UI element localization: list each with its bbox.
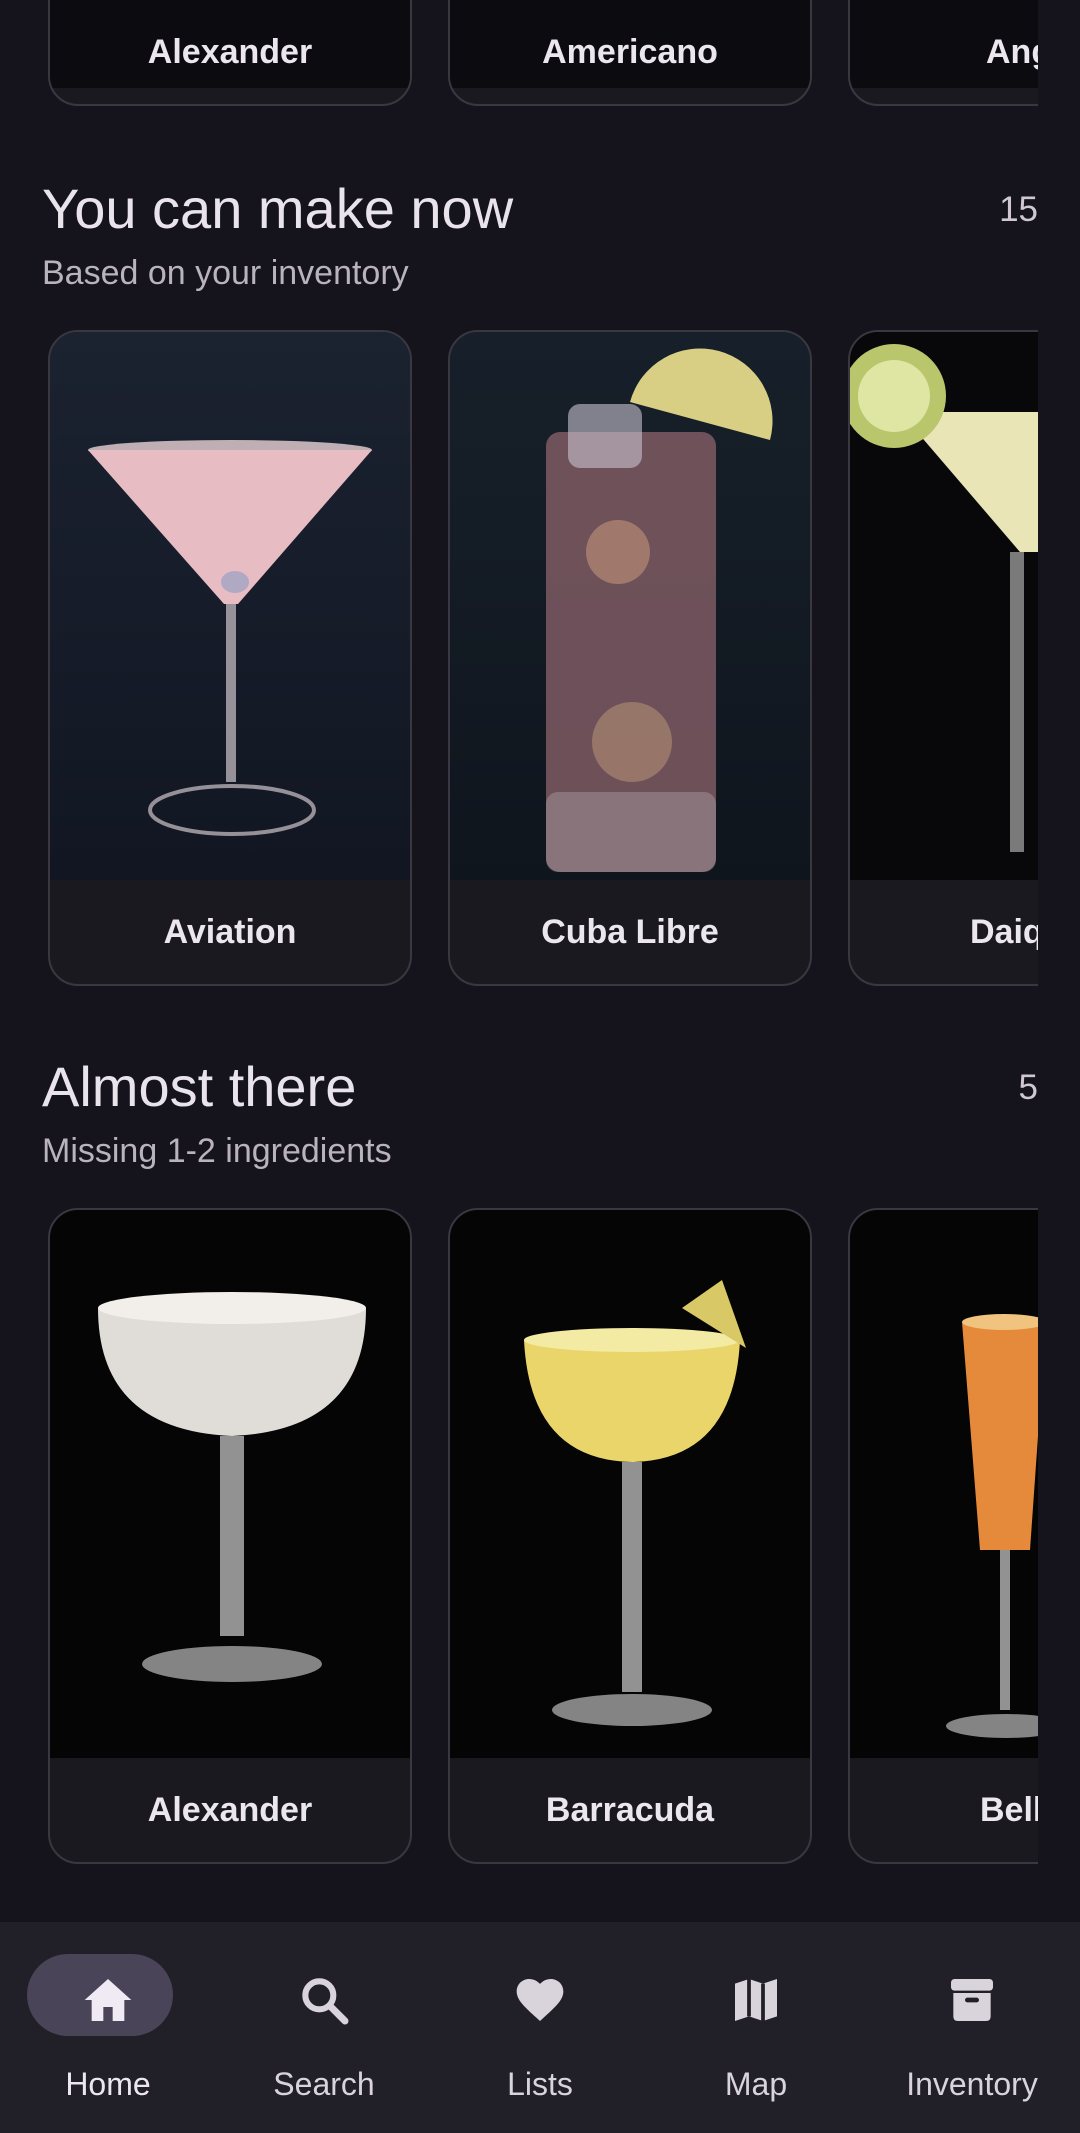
cocktail-name: Aviation <box>163 912 297 951</box>
cocktail-card[interactable]: Americano <box>448 0 812 106</box>
cocktail-name: Daiq <box>970 912 1038 951</box>
nav-label-home: Home <box>65 2066 151 2102</box>
section-title-make-now: You can make now <box>42 177 514 240</box>
nav-label-lists: Lists <box>507 2066 573 2102</box>
cocktail-card-daiquiri[interactable]: Daiq <box>848 330 1038 986</box>
section-subtitle-make-now: Based on your inventory <box>42 254 409 292</box>
cocktail-image <box>50 1210 410 1758</box>
martini-glass-illustration <box>88 440 372 836</box>
section-count-make-now: 15 <box>999 190 1038 229</box>
almost-there-card-row[interactable]: Alexander Barracuda Bell <box>42 1208 1038 1864</box>
cocktail-card-bellini[interactable]: Bell <box>848 1208 1038 1864</box>
nav-item-home[interactable]: Home <box>0 1922 216 2133</box>
cocktail-name: Angel <box>986 32 1038 71</box>
nav-label-inventory: Inventory <box>906 2066 1038 2102</box>
coupe-glass-illustration <box>524 1280 746 1726</box>
make-now-card-row[interactable]: Aviation Cuba Libre Daiq <box>42 330 1038 986</box>
cocktail-image <box>450 332 810 880</box>
highball-glass-illustration <box>546 348 773 872</box>
map-icon <box>735 1979 777 2021</box>
cocktail-card[interactable]: Alexander <box>48 0 412 106</box>
cocktail-name: Cuba Libre <box>541 912 719 951</box>
cocktail-card-barracuda[interactable]: Barracuda <box>448 1208 812 1864</box>
nav-item-inventory[interactable]: Inventory <box>864 1922 1080 2133</box>
bottom-navigation-bar: Home Search Lists Map Inventory <box>0 1922 1080 2133</box>
cocktail-image <box>50 332 410 880</box>
search-icon <box>302 1978 349 2025</box>
section-title-almost-there: Almost there <box>42 1055 357 1118</box>
home-feed[interactable]: Alexander Americano Angel You can make n… <box>0 0 1080 1922</box>
nav-label-map: Map <box>724 2066 788 2102</box>
nav-item-search[interactable]: Search <box>216 1922 432 2133</box>
heart-icon <box>516 1979 564 2021</box>
cocktail-name: Bell <box>980 1790 1038 1829</box>
cocktail-name: Americano <box>542 32 718 71</box>
top-card-row[interactable]: Alexander Americano Angel <box>42 0 1038 108</box>
home-icon <box>84 1979 132 2021</box>
nav-item-map[interactable]: Map <box>648 1922 864 2133</box>
cocktail-image <box>450 1210 810 1758</box>
section-count-almost-there: 5 <box>1018 1068 1038 1107</box>
coupe-glass-illustration <box>850 344 1038 852</box>
flute-glass-illustration <box>946 1314 1038 1738</box>
coupe-glass-illustration <box>98 1292 366 1682</box>
cocktail-card[interactable]: Angel <box>848 0 1038 106</box>
cocktail-image <box>850 1210 1038 1758</box>
archive-icon <box>951 1979 993 2021</box>
cocktail-name: Barracuda <box>545 1790 715 1829</box>
cocktail-image <box>850 332 1038 880</box>
cocktail-name: Alexander <box>147 32 313 71</box>
nav-item-lists[interactable]: Lists <box>432 1922 648 2133</box>
cocktail-name: Alexander <box>147 1790 313 1829</box>
section-subtitle-almost-there: Missing 1-2 ingredients <box>42 1132 392 1170</box>
cocktail-card-aviation[interactable]: Aviation <box>48 330 412 986</box>
nav-label-search: Search <box>273 2066 375 2102</box>
cocktail-card-cuba-libre[interactable]: Cuba Libre <box>448 330 812 986</box>
cocktail-card-alexander[interactable]: Alexander <box>48 1208 412 1864</box>
